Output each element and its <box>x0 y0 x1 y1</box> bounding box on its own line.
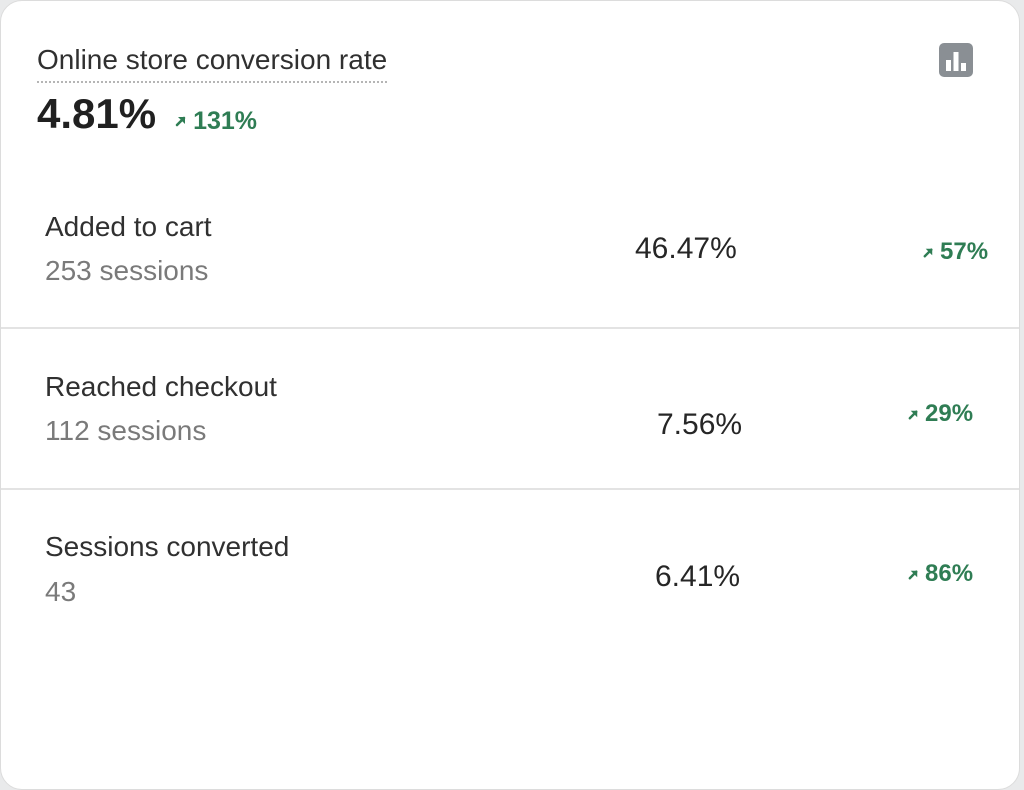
funnel-row-reached-checkout: Reached checkout 112 sessions 7.56% 29% <box>1 329 1019 489</box>
row-sessions: 43 <box>45 576 77 607</box>
conversion-rate-change: 131% <box>174 107 257 136</box>
row-label: Added to cart <box>45 211 212 242</box>
funnel-row-sessions-converted: Sessions converted 43 6.41% 86% <box>1 490 1019 650</box>
change-text: 86% <box>925 560 974 587</box>
arrow-up-right-icon <box>908 570 918 579</box>
arrow-up-right-icon <box>923 248 933 257</box>
change-text: 57% <box>940 238 989 265</box>
change-text: 131% <box>193 106 258 135</box>
funnel-row-added-to-cart: Added to cart 253 sessions 46.47% 57% <box>1 171 1019 331</box>
row-label: Sessions converted <box>45 531 290 562</box>
conversion-rate-value: 4.81% <box>37 90 157 137</box>
row-change: 29% <box>907 399 973 429</box>
row-percentage: 6.41% <box>655 560 741 593</box>
row-percentage: 46.47% <box>635 232 737 265</box>
row-change: 86% <box>907 559 973 589</box>
row-change: 57% <box>922 237 988 267</box>
arrow-up-right-icon <box>908 410 918 419</box>
row-label: Reached checkout <box>45 371 277 402</box>
headline: 4.81% 131% <box>37 89 257 139</box>
card-title[interactable]: Online store conversion rate <box>37 43 388 83</box>
row-percentage: 7.56% <box>657 408 743 441</box>
change-text: 29% <box>925 400 974 427</box>
row-sessions: 112 sessions <box>45 415 207 446</box>
arrow-up-right-icon <box>175 116 186 127</box>
row-sessions: 253 sessions <box>45 255 209 286</box>
conversion-rate-card: Online store conversion rate 4.81% 131% … <box>0 0 1020 790</box>
bar-chart-icon[interactable] <box>939 43 973 77</box>
